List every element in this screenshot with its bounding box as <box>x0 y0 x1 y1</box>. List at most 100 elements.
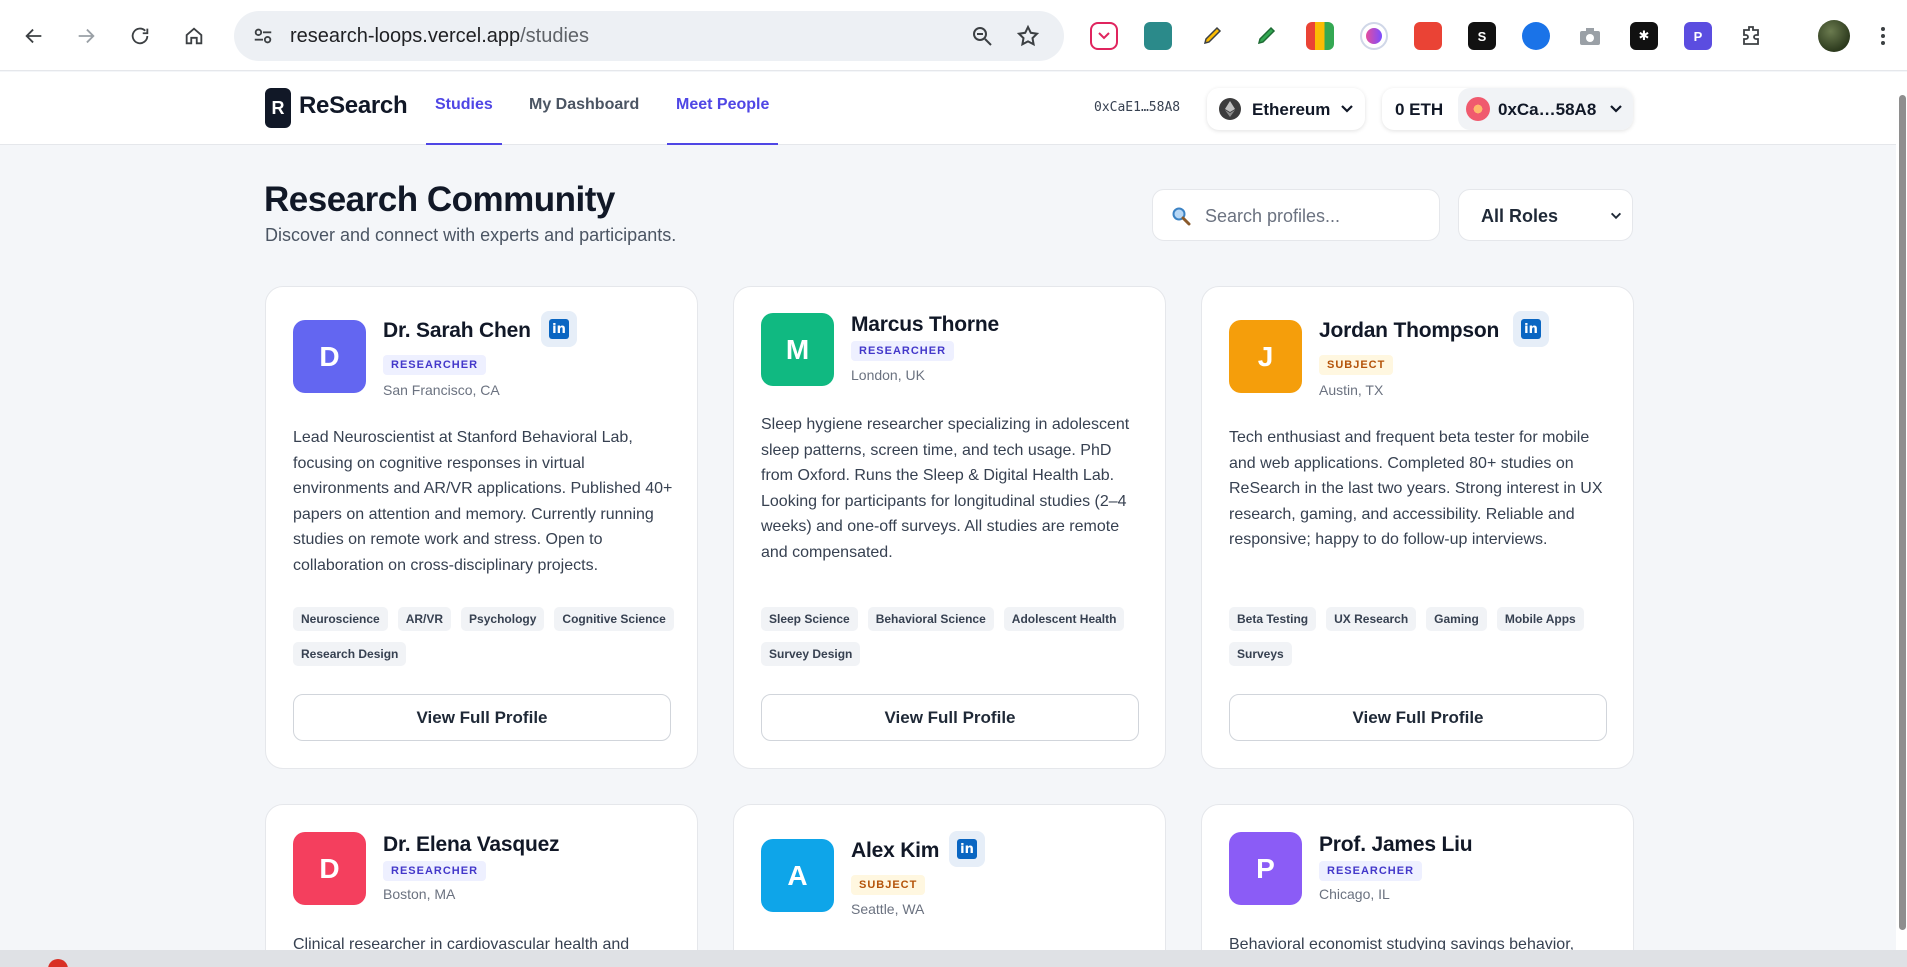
tag: Neuroscience <box>293 607 388 631</box>
profile-name: Jordan Thompson <box>1319 319 1500 342</box>
forward-button[interactable] <box>68 18 104 54</box>
profile-card: J Jordan Thompson in SUBJECT Austin, TX … <box>1201 286 1634 769</box>
profile-name: Alex Kim <box>851 839 940 862</box>
home-icon <box>185 27 203 45</box>
back-button[interactable] <box>16 18 52 54</box>
wave-extension-icon[interactable] <box>1522 22 1550 50</box>
bookmark-star-icon[interactable] <box>1016 24 1040 48</box>
url-host: research-loops.vercel.app <box>290 25 521 47</box>
zoom-icon[interactable] <box>970 24 994 48</box>
tag: Psychology <box>461 607 545 631</box>
role-filter-select[interactable]: All Roles <box>1458 189 1633 241</box>
app-header: R ReSearch Studies My Dashboard Meet Peo… <box>0 72 1907 145</box>
p-extension-icon[interactable]: P <box>1684 22 1712 50</box>
extensions-puzzle-button[interactable] <box>1738 22 1766 50</box>
page-title: Research Community <box>264 180 615 219</box>
role-filter-value: All Roles <box>1481 206 1559 226</box>
nav-tab-studies[interactable]: Studies <box>426 96 502 145</box>
linkedin-icon: in <box>1521 319 1541 339</box>
profile-search[interactable] <box>1152 189 1440 241</box>
profile-location: Seattle, WA <box>851 901 925 917</box>
profile-card: D Dr. Elena Vasquez RESEARCHER Boston, M… <box>265 804 698 967</box>
scrollbar-thumb[interactable] <box>1899 95 1906 930</box>
profile-location: Austin, TX <box>1319 382 1384 398</box>
profile-avatar: P <box>1229 832 1302 905</box>
reload-icon <box>131 27 149 45</box>
profile-location: San Francisco, CA <box>383 382 500 398</box>
camera-icon <box>1580 28 1600 45</box>
video-extension-icon[interactable] <box>1414 22 1442 50</box>
wallet-balance: 0 ETH <box>1395 100 1444 119</box>
profile-tags: Sleep Science Behavioral Science Adolesc… <box>761 607 1146 666</box>
tag: Beta Testing <box>1229 607 1317 631</box>
logo-text[interactable]: ReSearch <box>299 92 408 120</box>
chevron-down-icon <box>1341 105 1353 113</box>
site-settings-icon[interactable] <box>252 25 274 47</box>
arrow-right-icon <box>78 28 95 44</box>
browser-profile-avatar[interactable] <box>1818 20 1850 52</box>
browser-toolbar: research-loops.vercel.app/studies S ✱ P <box>0 0 1907 71</box>
role-badge: RESEARCHER <box>1319 861 1423 881</box>
view-full-profile-button[interactable]: View Full Profile <box>761 694 1139 741</box>
wallet-address-short: 0xCaE1…58A8 <box>1094 100 1181 115</box>
linkedin-link[interactable]: in <box>1513 311 1549 347</box>
tag: Sleep Science <box>761 607 858 631</box>
linkedin-link[interactable]: in <box>541 311 577 347</box>
pocket-extension-icon[interactable] <box>1090 22 1118 50</box>
account-avatar-icon <box>1466 97 1490 121</box>
arrow-left-icon <box>25 28 42 44</box>
tag: Research Design <box>293 642 407 666</box>
account-address: 0xCa…58A8 <box>1498 100 1597 119</box>
marker-extension-icon[interactable] <box>1252 22 1280 50</box>
extension-icon[interactable] <box>1144 22 1172 50</box>
highlighter-extension-icon[interactable] <box>1198 22 1226 50</box>
nav-tab-my-dashboard[interactable]: My Dashboard <box>529 96 639 145</box>
chain-label: Ethereum <box>1252 100 1331 119</box>
chevron-down-icon <box>1610 105 1622 113</box>
profile-name: Prof. James Liu <box>1319 833 1473 856</box>
profile-avatar: D <box>293 832 366 905</box>
profile-bio: Sleep hygiene researcher specializing in… <box>761 416 1130 561</box>
browser-menu-button[interactable] <box>1880 24 1886 48</box>
reload-button[interactable] <box>122 18 158 54</box>
profile-avatar: M <box>761 313 834 386</box>
highlighter-icon <box>1203 26 1222 45</box>
role-badge: SUBJECT <box>1319 355 1394 375</box>
nav-tab-label: Studies <box>435 96 493 113</box>
view-full-profile-button[interactable]: View Full Profile <box>1229 694 1607 741</box>
profile-location: Chicago, IL <box>1319 886 1390 902</box>
search-input[interactable] <box>1205 202 1425 230</box>
view-full-profile-button[interactable]: View Full Profile <box>293 694 671 741</box>
brain-extension-icon[interactable] <box>1360 22 1388 50</box>
nav-tab-meet-people[interactable]: Meet People <box>667 96 779 145</box>
slack-extension-icon[interactable]: ✱ <box>1630 22 1658 50</box>
logo-mark[interactable]: R <box>265 88 291 128</box>
tag: Adolescent Health <box>1003 607 1125 631</box>
ethereum-icon <box>1219 98 1241 120</box>
tag: AR/VR <box>397 607 452 631</box>
address-bar[interactable]: research-loops.vercel.app/studies <box>234 11 1064 61</box>
chain-selector-button[interactable]: Ethereum <box>1207 88 1365 130</box>
tag: Mobile Apps <box>1496 607 1584 631</box>
s-extension-icon[interactable]: S <box>1468 22 1496 50</box>
home-button[interactable] <box>176 18 212 54</box>
url-text[interactable]: research-loops.vercel.app/studies <box>290 25 589 48</box>
marker-icon <box>1257 26 1276 45</box>
color-grid-extension-icon[interactable] <box>1306 22 1334 50</box>
chevron-down-icon <box>1610 212 1622 220</box>
profile-name: Marcus Thorne <box>851 313 999 336</box>
profile-avatar: J <box>1229 320 1302 393</box>
camera-extension-icon[interactable] <box>1576 22 1604 50</box>
profile-location: London, UK <box>851 367 925 383</box>
nav-tab-label: My Dashboard <box>529 96 640 113</box>
account-dropdown[interactable]: 0xCa…58A8 <box>1458 88 1633 130</box>
notification-badge-icon[interactable] <box>48 959 68 967</box>
search-icon <box>1172 207 1191 226</box>
linkedin-link[interactable]: in <box>949 831 985 867</box>
nav-tab-label: Meet People <box>676 96 770 113</box>
profile-bio: Lead Neuroscientist at Stanford Behavior… <box>293 429 673 574</box>
profile-bio: Tech enthusiast and frequent beta tester… <box>1229 429 1603 548</box>
account-button[interactable]: 0 ETH 0xCa…58A8 <box>1382 88 1633 130</box>
role-badge: SUBJECT <box>851 875 926 895</box>
profile-tags: Beta Testing UX Research Gaming Mobile A… <box>1229 607 1614 666</box>
